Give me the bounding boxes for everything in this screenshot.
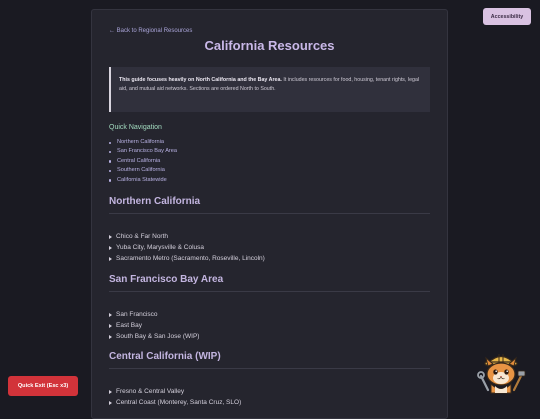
quick-exit-button[interactable]: Quick Exit (Esc x3)	[8, 376, 78, 396]
back-link[interactable]: ← Back to Regional Resources	[109, 28, 192, 34]
section-item-sacramento[interactable]: Sacramento Metro (Sacramento, Roseville,…	[109, 253, 265, 264]
quick-navigation-heading: Quick Navigation	[109, 124, 162, 131]
section-item-central-coast[interactable]: Central Coast (Monterey, Santa Cruz, SLO…	[109, 397, 241, 408]
quick-nav-link-southern[interactable]: Southern California	[109, 166, 177, 175]
notice-bold-text: This guide focuses heavily on North Cali…	[119, 77, 282, 83]
section-item-east-bay[interactable]: East Bay	[109, 320, 199, 331]
section-item-yuba-city[interactable]: Yuba City, Marysville & Colusa	[109, 242, 265, 253]
section-item-chico[interactable]: Chico & Far North	[109, 231, 265, 242]
cat-mascot-icon[interactable]	[476, 346, 526, 396]
section-heading-central: Central California (WIP)	[109, 351, 430, 369]
quick-nav-link-statewide[interactable]: California Statewide	[109, 176, 177, 185]
content-panel: ← Back to Regional Resources California …	[91, 9, 448, 419]
section-list-northern: Chico & Far North Yuba City, Marysville …	[109, 231, 265, 265]
quick-navigation-list: Northern California San Francisco Bay Ar…	[109, 138, 177, 185]
page-title: California Resources	[204, 38, 335, 53]
quick-nav-link-central[interactable]: Central California	[109, 157, 177, 166]
section-list-bay-area: San Francisco East Bay South Bay & San J…	[109, 309, 199, 343]
quick-nav-link-northern[interactable]: Northern California	[109, 138, 177, 147]
quick-nav-link-bay-area[interactable]: San Francisco Bay Area	[109, 147, 177, 156]
info-notice: This guide focuses heavily on North Cali…	[109, 67, 430, 112]
section-heading-northern: Northern California	[109, 196, 430, 214]
section-item-south-bay[interactable]: South Bay & San Jose (WIP)	[109, 331, 199, 342]
section-item-fresno[interactable]: Fresno & Central Valley	[109, 386, 241, 397]
section-heading-bay-area: San Francisco Bay Area	[109, 274, 430, 292]
section-list-central: Fresno & Central Valley Central Coast (M…	[109, 386, 241, 408]
section-item-san-francisco[interactable]: San Francisco	[109, 309, 199, 320]
accessibility-button[interactable]: Accessibility	[483, 8, 531, 25]
